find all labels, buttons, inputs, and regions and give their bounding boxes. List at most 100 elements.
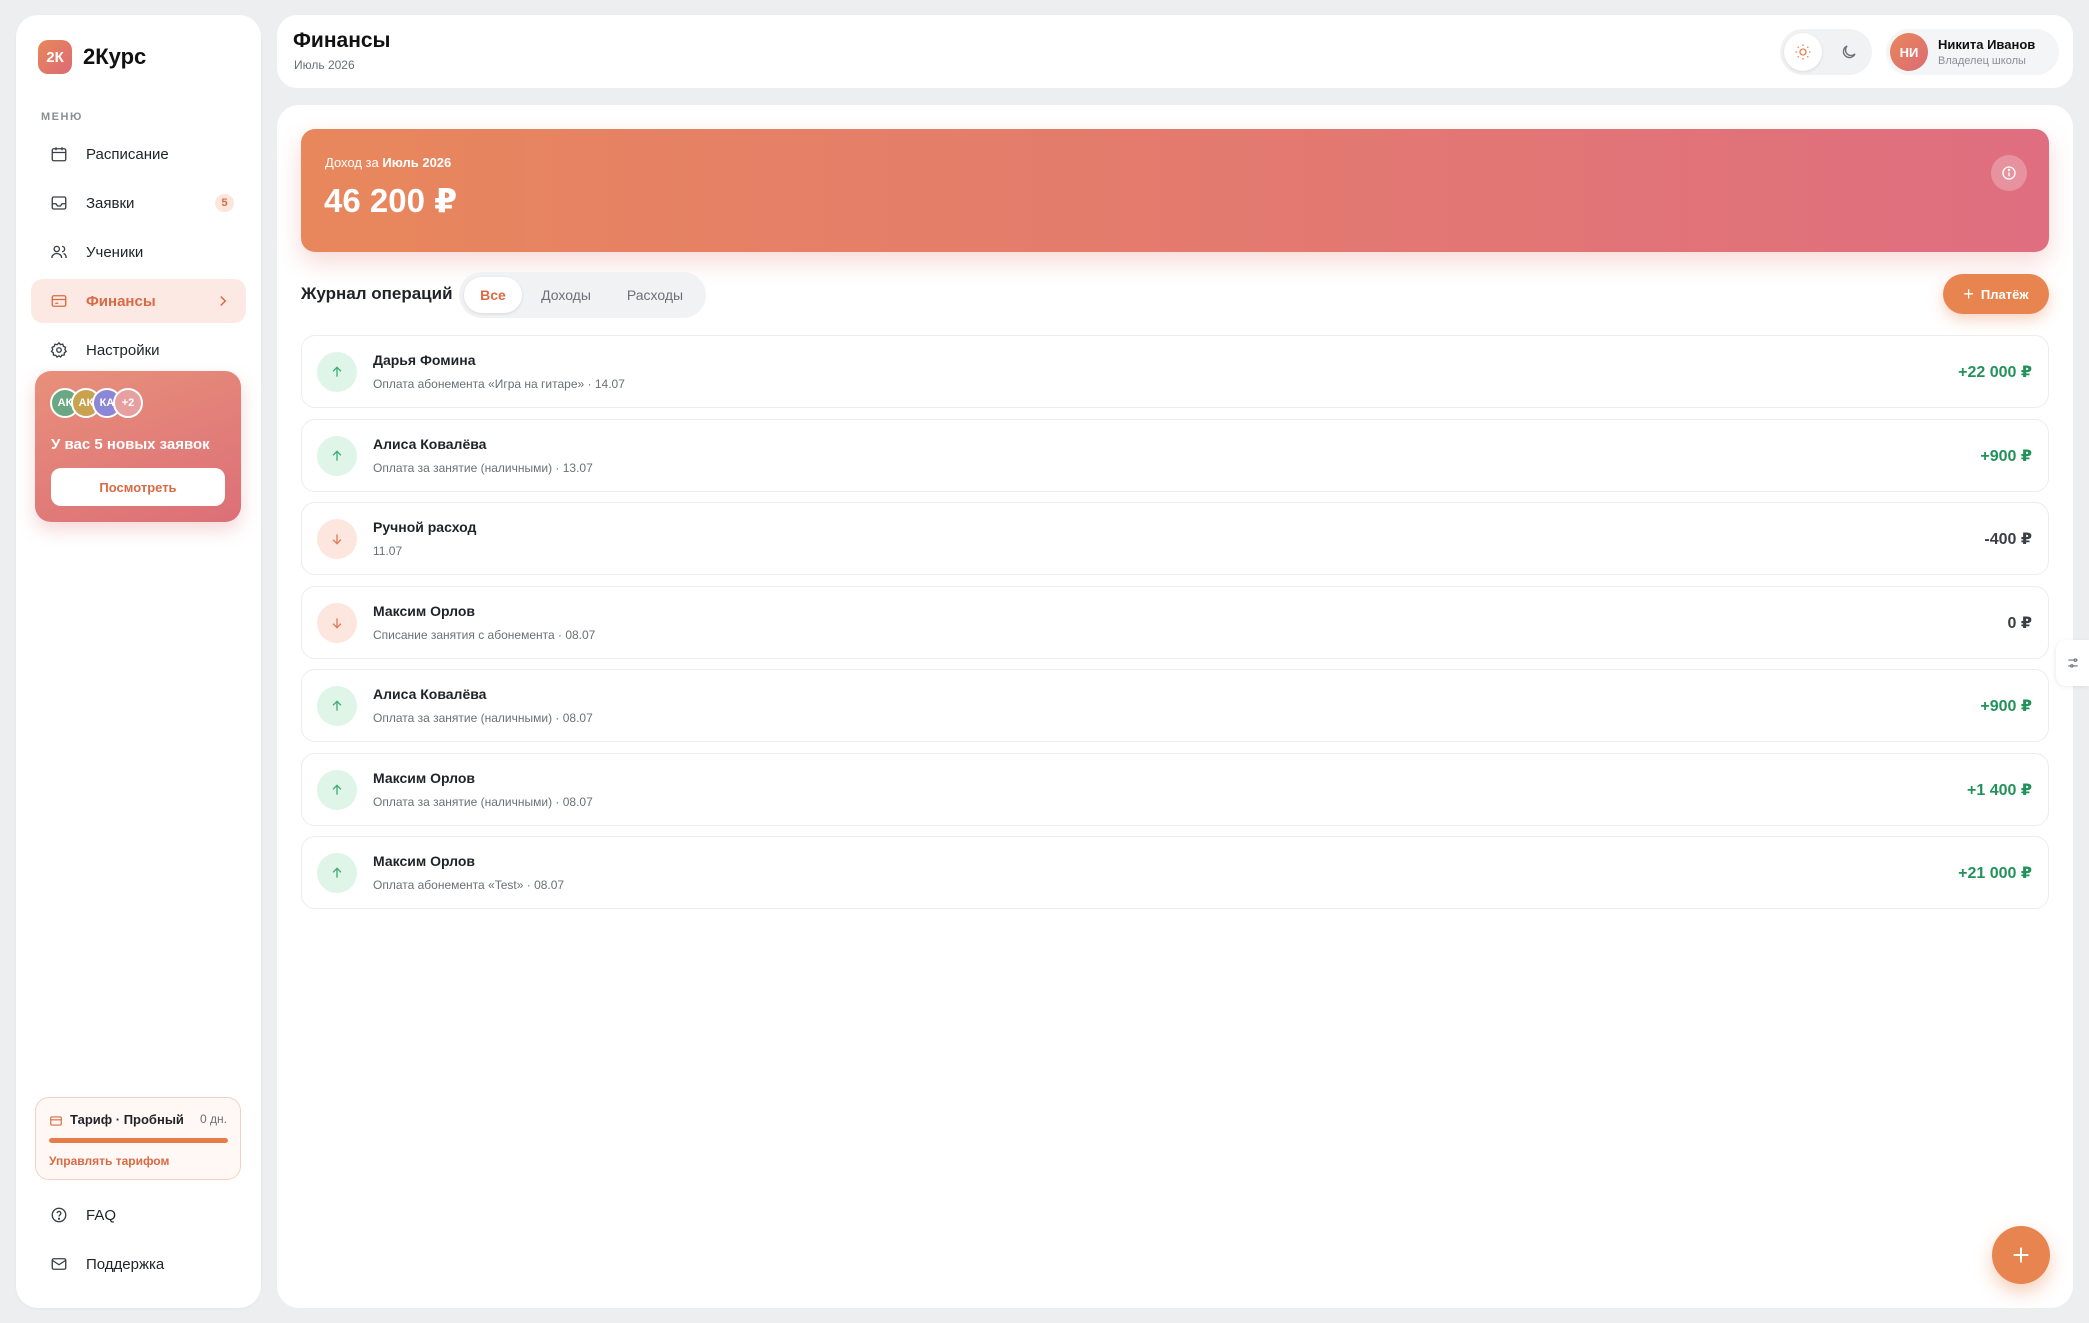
avatar-stack: АК АК КА +2 — [50, 388, 143, 418]
sidebar-item-schedule[interactable]: Расписание — [31, 132, 246, 176]
operation-row[interactable]: Алиса Ковалёва Оплата за занятие (наличны… — [301, 418, 2049, 492]
calendar-icon — [51, 147, 67, 162]
user-menu[interactable]: НИ Никита Иванов Владелец школы — [1886, 29, 2059, 75]
operation-description: Оплата абонемента «Игра на гитаре» · 14.… — [373, 377, 625, 391]
arrow-up-icon — [332, 700, 342, 711]
new-requests-text: У вас 5 новых заявок — [51, 436, 210, 453]
main-content: Доход за Июль 2026 46 200 ₽ Журнал опера… — [277, 105, 2073, 1308]
expense-indicator — [317, 519, 357, 559]
sidebar-item-settings[interactable]: Настройки — [31, 328, 246, 372]
avatar-more: +2 — [113, 388, 143, 418]
income-period-label: Доход за Июль 2026 — [325, 155, 451, 170]
operation-row[interactable]: Максим Орлов Оплата за занятие (наличными… — [301, 752, 2049, 826]
sidebar-item-label: Финансы — [86, 292, 156, 310]
arrow-up-icon — [332, 366, 342, 377]
operation-row[interactable]: Ручной расход 11.07 -400 ₽ — [301, 502, 2049, 575]
income-indicator — [317, 769, 357, 810]
avatar: НИ — [1890, 33, 1928, 71]
operations-list: Дарья Фомина Оплата абонемента «Игра на г… — [301, 335, 2049, 920]
tab-all[interactable]: Все — [464, 277, 522, 313]
sidebar-item-requests[interactable]: Заявки 5 — [31, 181, 246, 225]
help-icon — [51, 1207, 67, 1223]
sidebar-item-support[interactable]: Поддержка — [31, 1242, 246, 1286]
info-icon — [2002, 166, 2016, 180]
plan-progress-fill — [49, 1138, 228, 1143]
new-requests-card: АК АК КА +2 У вас 5 новых заявок Посмотр… — [35, 371, 241, 522]
operation-row[interactable]: Алиса Ковалёва Оплата за занятие (наличны… — [301, 669, 2049, 742]
expense-indicator — [317, 602, 357, 643]
operation-amount: +1 400 ₽ — [1967, 781, 2032, 799]
operation-name: Максим Орлов — [373, 769, 476, 786]
arrow-down-icon — [332, 534, 342, 545]
operation-filter-tabs: Все Доходы Расходы — [459, 272, 706, 318]
settings-panel-toggle[interactable] — [2056, 640, 2089, 686]
top-header: Финансы Июль 2026 НИ Никита Иванов Владе… — [277, 15, 2073, 88]
operation-description: Оплата за занятие (наличными) · 13.07 — [373, 460, 593, 475]
page-title: Финансы — [293, 29, 391, 52]
brand-name: 2Курс — [83, 44, 147, 69]
floating-add-button[interactable] — [1992, 1226, 2050, 1284]
income-indicator — [317, 853, 357, 893]
operation-description: Оплата за занятие (наличными) · 08.07 — [373, 711, 593, 725]
page-subtitle: Июль 2026 — [294, 58, 355, 72]
sidebar: 2К 2Курс МЕНЮ Расписание Заявки 5 Ученик… — [16, 15, 261, 1308]
plan-days-left: 0 дн. — [200, 1112, 227, 1126]
income-indicator — [317, 352, 357, 392]
arrow-down-icon — [332, 617, 342, 629]
operation-row[interactable]: Максим Орлов Оплата абонемента «Test» · 0… — [301, 836, 2049, 909]
operation-description: 11.07 — [373, 544, 403, 558]
view-requests-button[interactable]: Посмотреть — [51, 468, 225, 506]
operation-row[interactable]: Дарья Фомина Оплата абонемента «Игра на г… — [301, 335, 2049, 408]
brand-logo: 2К — [38, 40, 72, 74]
sidebar-item-finance[interactable]: Финансы — [31, 279, 246, 323]
gear-icon — [50, 341, 68, 358]
arrow-up-icon — [332, 783, 342, 795]
moon-icon — [1842, 45, 1856, 59]
operation-amount: +21 000 ₽ — [1958, 865, 2032, 882]
journal-title: Журнал операций — [301, 284, 453, 303]
operation-amount: +900 ₽ — [1980, 698, 2032, 715]
sidebar-item-label: Настройки — [86, 341, 160, 359]
tab-income[interactable]: Доходы — [526, 277, 606, 313]
operation-name: Дарья Фомина — [373, 352, 476, 368]
sidebar-item-students[interactable]: Ученики — [31, 230, 246, 274]
operation-row[interactable]: Максим Орлов Списание занятия с абонемент… — [301, 585, 2049, 659]
dark-theme-button[interactable] — [1830, 33, 1868, 71]
operation-amount: -400 ₽ — [1984, 531, 2032, 548]
theme-toggle — [1780, 29, 1872, 75]
operation-name: Алиса Ковалёва — [373, 686, 487, 702]
user-role: Владелец школы — [1938, 55, 2026, 67]
user-name: Никита Иванов — [1938, 37, 2036, 52]
income-label-prefix: Доход за — [325, 155, 379, 170]
mail-icon — [51, 1258, 67, 1270]
requests-count-badge: 5 — [215, 194, 234, 212]
card-icon — [51, 295, 67, 307]
income-label-period: Июль 2026 — [382, 155, 452, 170]
operation-description: Списание занятия с абонемента · 08.07 — [373, 627, 596, 642]
plus-icon: + — [1963, 283, 1974, 304]
plus-icon — [2013, 1247, 2029, 1263]
menu-caption: МЕНЮ — [41, 111, 83, 123]
operation-amount: +900 ₽ — [1980, 447, 2032, 465]
tab-expenses[interactable]: Расходы — [612, 277, 698, 313]
inbox-icon — [51, 196, 67, 210]
brand[interactable]: 2К 2Курс — [38, 40, 146, 74]
plan-card: Тариф · Пробный 0 дн. Управлять тарифом — [35, 1097, 241, 1180]
info-button[interactable] — [1991, 155, 2027, 191]
arrow-up-icon — [332, 867, 342, 878]
sliders-icon — [2067, 658, 2078, 668]
manage-plan-link[interactable]: Управлять тарифом — [49, 1154, 169, 1168]
income-indicator — [317, 686, 357, 726]
light-theme-button[interactable] — [1784, 33, 1822, 71]
plan-progress-bar — [49, 1138, 228, 1143]
add-payment-label: Платёж — [1980, 286, 2029, 302]
add-payment-button[interactable]: + Платёж — [1943, 274, 2049, 314]
chevron-right-icon — [220, 295, 227, 307]
operation-description: Оплата абонемента «Test» · 08.07 — [373, 878, 565, 892]
operation-name: Максим Орлов — [373, 853, 476, 869]
sidebar-item-faq[interactable]: FAQ — [31, 1193, 246, 1237]
sidebar-item-label: Заявки — [86, 194, 135, 212]
operation-amount: +22 000 ₽ — [1958, 364, 2032, 381]
sidebar-item-label: FAQ — [86, 1206, 117, 1224]
operation-amount: 0 ₽ — [2007, 614, 2032, 632]
